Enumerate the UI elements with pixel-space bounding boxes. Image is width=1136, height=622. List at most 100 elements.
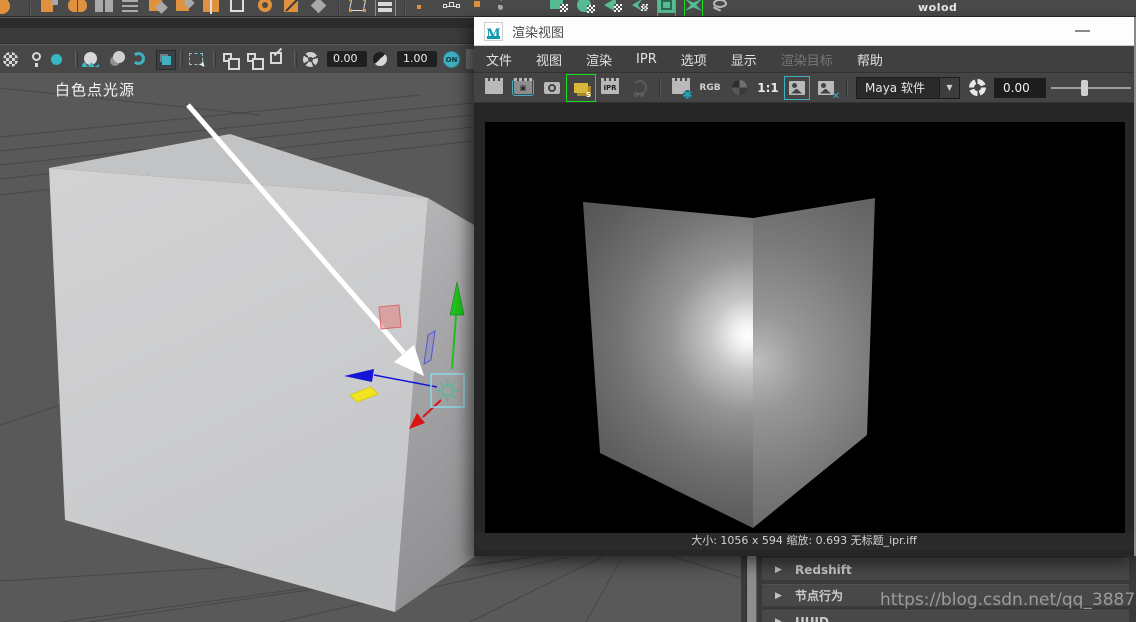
- toolbar-separator: [180, 51, 183, 67]
- menu-options[interactable]: 选项: [669, 50, 719, 69]
- textured-toggle-icon[interactable]: [156, 50, 174, 68]
- refresh-render-icon[interactable]: [965, 77, 989, 99]
- target-weld-icon[interactable]: [257, 0, 274, 17]
- gamma-field[interactable]: 1.00: [397, 51, 437, 67]
- smooth-spheres-icon[interactable]: [68, 0, 85, 17]
- render-result: [485, 122, 1125, 533]
- minimize-button[interactable]: [1075, 30, 1090, 32]
- render-exposure-field[interactable]: 0.00: [994, 78, 1046, 98]
- uv-rect-icon[interactable]: [550, 0, 567, 17]
- uv-circle-icon[interactable]: [577, 0, 594, 17]
- frame-selected-icon[interactable]: [246, 50, 264, 68]
- ratio-1-1-icon[interactable]: 1:1: [756, 77, 780, 99]
- orange-swatch-icon[interactable]: [470, 0, 487, 17]
- render-status-bar: 大小: 1056 x 594 缩放: 0.693 无标题_ipr.iff: [474, 533, 1134, 550]
- render-settings-icon[interactable]: [669, 77, 693, 99]
- material-spheres-icon[interactable]: [108, 50, 126, 68]
- menu-display[interactable]: 显示: [719, 50, 769, 69]
- watermark-text: https://blog.csdn.net/qq_38870145: [880, 590, 1136, 610]
- window-title: 渲染视图: [512, 22, 564, 41]
- chevron-down-icon[interactable]: ▼: [939, 78, 959, 98]
- mirror-cut-icon[interactable]: [284, 0, 301, 17]
- rendered-image[interactable]: [485, 122, 1125, 533]
- ipr-refresh-icon: IPR: [627, 77, 651, 99]
- curve-arc-icon[interactable]: [132, 50, 150, 68]
- toolbar-separator: [659, 78, 661, 98]
- shaded-textured-icon[interactable]: [84, 50, 102, 68]
- isolate-select-icon[interactable]: [222, 50, 240, 68]
- shelf-separator: [29, 2, 31, 16]
- renderer-dropdown[interactable]: Maya 软件 ▼: [856, 77, 960, 99]
- bevel-cube-icon[interactable]: [149, 0, 166, 17]
- keep-image-icon[interactable]: [785, 77, 809, 99]
- maya-application: 白色点光源: [0, 0, 1136, 622]
- uv-wave-icon[interactable]: [631, 0, 648, 17]
- attr-section-redshift[interactable]: ▶ Redshift: [762, 558, 1129, 580]
- uv-arrows-icon[interactable]: [685, 0, 702, 17]
- color-management-on-badge[interactable]: ON: [443, 51, 460, 68]
- menu-ipr[interactable]: IPR: [624, 52, 669, 67]
- split-cube-icon[interactable]: [203, 0, 220, 17]
- alpha-channel-icon[interactable]: [727, 77, 751, 99]
- grid-tool-selected-icon[interactable]: [377, 0, 394, 17]
- lightbulb-icon[interactable]: [27, 50, 45, 68]
- render-region-icon[interactable]: ▣: [511, 77, 535, 99]
- extrude-cube-icon[interactable]: [176, 0, 193, 17]
- snapshot-icon[interactable]: [540, 77, 564, 99]
- attribute-scrollbar[interactable]: [746, 556, 757, 622]
- render-icon[interactable]: [482, 77, 506, 99]
- toolbar-separator: [846, 78, 848, 98]
- exposure-slider[interactable]: [1051, 78, 1131, 98]
- default-light-icon[interactable]: [51, 50, 69, 68]
- combine-squares-icon[interactable]: [95, 0, 112, 17]
- exposure-field[interactable]: 0.00: [327, 51, 367, 67]
- uv-triangle-icon[interactable]: [604, 0, 621, 17]
- shelf-separator: [404, 2, 406, 16]
- marquee-select-icon[interactable]: [189, 50, 207, 68]
- exposure-icon[interactable]: [303, 50, 321, 68]
- pencil-tool-icon[interactable]: [416, 0, 433, 17]
- render-view-window: M 渲染视图 文件 视图 渲染 IPR 选项 显示 渲染目标 帮助 ▣ S IP…: [474, 17, 1136, 556]
- user-label: wolod: [918, 1, 957, 14]
- toolbar-separator: [75, 51, 78, 67]
- chevron-right-icon: ▶: [775, 617, 795, 622]
- toolbar-separator: [294, 51, 297, 67]
- remove-image-icon[interactable]: ✕: [814, 77, 838, 99]
- orange-sphere-icon[interactable]: [2, 0, 19, 17]
- uv-grid-selected-icon[interactable]: [658, 0, 675, 17]
- paint-brush-icon[interactable]: [497, 0, 514, 17]
- render-view-toolbar: ▣ S IPR IPR RGB 1:1 ✕ Maya 软件 ▼ 0.00: [474, 73, 1134, 103]
- maya-logo-icon: M: [484, 22, 503, 41]
- menu-file[interactable]: 文件: [474, 50, 524, 69]
- chevron-right-icon: ▶: [775, 565, 795, 575]
- render-view-menubar: 文件 视图 渲染 IPR 选项 显示 渲染目标 帮助: [474, 46, 1134, 73]
- attribute-editor-panel: ▶ Redshift ▶ 节点行为 ▶ UUID: [741, 556, 1136, 622]
- ipr-render-icon[interactable]: IPR: [598, 77, 622, 99]
- render-view-titlebar[interactable]: M 渲染视图: [474, 17, 1134, 46]
- render-sequence-icon[interactable]: S: [569, 77, 593, 99]
- checker-sphere-icon[interactable]: [3, 50, 21, 68]
- lattice-deform-icon[interactable]: [350, 0, 367, 17]
- vertex-grid-icon[interactable]: [122, 0, 139, 17]
- menu-view[interactable]: 视图: [524, 50, 574, 69]
- gray-diamond-icon[interactable]: [311, 0, 328, 17]
- poly-cube-icon[interactable]: [41, 0, 58, 17]
- contrast-icon[interactable]: [373, 50, 391, 68]
- menu-render-target: 渲染目标: [769, 50, 845, 69]
- uv-lasso-icon[interactable]: [712, 0, 729, 17]
- shelf-bar: wolod: [0, 0, 1136, 17]
- toolbar-separator: [213, 51, 216, 67]
- outline-box-icon[interactable]: [230, 0, 247, 17]
- rgb-channels-icon[interactable]: RGB: [698, 77, 722, 99]
- edit-image-plane-icon[interactable]: [270, 50, 288, 68]
- attr-section-uuid[interactable]: ▶ UUID: [762, 610, 1129, 622]
- chevron-right-icon: ▶: [775, 591, 795, 601]
- curve-points-icon[interactable]: [443, 0, 460, 17]
- plane-handle-red[interactable]: [379, 305, 401, 329]
- menu-render[interactable]: 渲染: [574, 50, 624, 69]
- slider-handle[interactable]: [1081, 80, 1088, 96]
- light-annotation-label: 白色点光源: [55, 79, 135, 100]
- cube-object[interactable]: [49, 134, 520, 612]
- shelf-separator: [338, 2, 340, 16]
- menu-help[interactable]: 帮助: [845, 50, 895, 69]
